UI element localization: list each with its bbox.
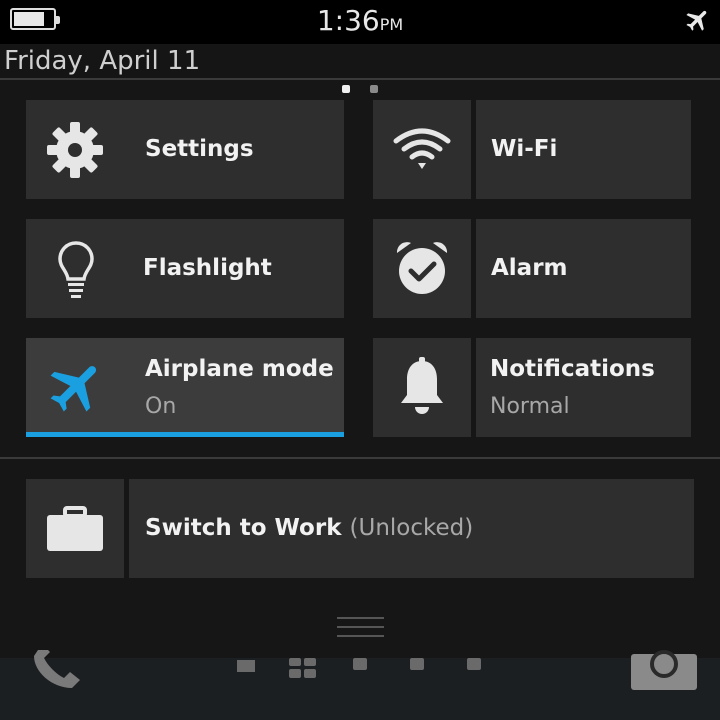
lightbulb-icon: [54, 239, 98, 299]
clock-ampm: PM: [379, 15, 404, 34]
airplane-status-icon: [686, 10, 707, 31]
drag-handle-line[interactable]: [337, 617, 384, 619]
gear-icon: [44, 119, 106, 181]
switch-to-work-label: Switch to Work (Unlocked): [145, 515, 473, 541]
alarm-tile[interactable]: Alarm: [476, 219, 691, 318]
work-icon-cell[interactable]: [26, 479, 124, 578]
airplane-mode-state: On: [145, 394, 177, 419]
drag-handle-line[interactable]: [337, 626, 384, 628]
alarm-label: Alarm: [491, 255, 568, 281]
airplane-mode-label: Airplane mode: [145, 356, 334, 382]
hub-icon[interactable]: [289, 658, 317, 678]
date-bar: Friday, April 11: [0, 44, 720, 78]
wifi-tile[interactable]: Wi-Fi: [476, 100, 691, 199]
page-indicator-active[interactable]: [342, 85, 350, 93]
airplane-mode-tile[interactable]: Airplane mode On: [26, 338, 344, 432]
alarm-clock-icon: [391, 237, 453, 299]
bell-icon: [395, 356, 449, 418]
wifi-label: Wi-Fi: [491, 136, 558, 162]
flashlight-label: Flashlight: [143, 255, 272, 281]
mail-icon[interactable]: [237, 660, 255, 672]
home-dock: [0, 650, 720, 720]
camera-icon[interactable]: [631, 650, 697, 690]
switch-to-work-tile[interactable]: Switch to Work (Unlocked): [129, 479, 694, 578]
notifications-state: Normal: [490, 394, 570, 419]
airplane-icon: [44, 354, 110, 420]
page-indicator-inactive[interactable]: [370, 85, 378, 93]
drag-handle-line[interactable]: [337, 635, 384, 637]
app-dot-icon[interactable]: [467, 658, 481, 670]
clock-time: 1:36: [316, 4, 380, 37]
section-divider: [0, 457, 720, 459]
notifications-label: Notifications: [490, 356, 655, 382]
notifications-toggle[interactable]: [373, 338, 471, 437]
settings-label: Settings: [145, 136, 254, 162]
notifications-tile[interactable]: Notifications Normal: [476, 338, 691, 437]
wifi-toggle[interactable]: [373, 100, 471, 199]
briefcase-icon: [45, 505, 105, 553]
settings-tile[interactable]: Settings: [26, 100, 344, 199]
status-clock: 1:36PM: [0, 4, 720, 37]
app-dot-icon[interactable]: [410, 658, 424, 670]
wifi-icon: [391, 122, 453, 176]
work-status: (Unlocked): [349, 515, 474, 541]
app-dot-icon[interactable]: [353, 658, 367, 670]
active-indicator: [26, 432, 344, 437]
phone-icon[interactable]: [30, 650, 86, 692]
status-bar: 1:36PM: [0, 0, 720, 44]
work-label: Switch to Work: [145, 515, 342, 541]
flashlight-tile[interactable]: Flashlight: [26, 219, 344, 318]
date-label: Friday, April 11: [4, 46, 201, 76]
alarm-toggle[interactable]: [373, 219, 471, 318]
